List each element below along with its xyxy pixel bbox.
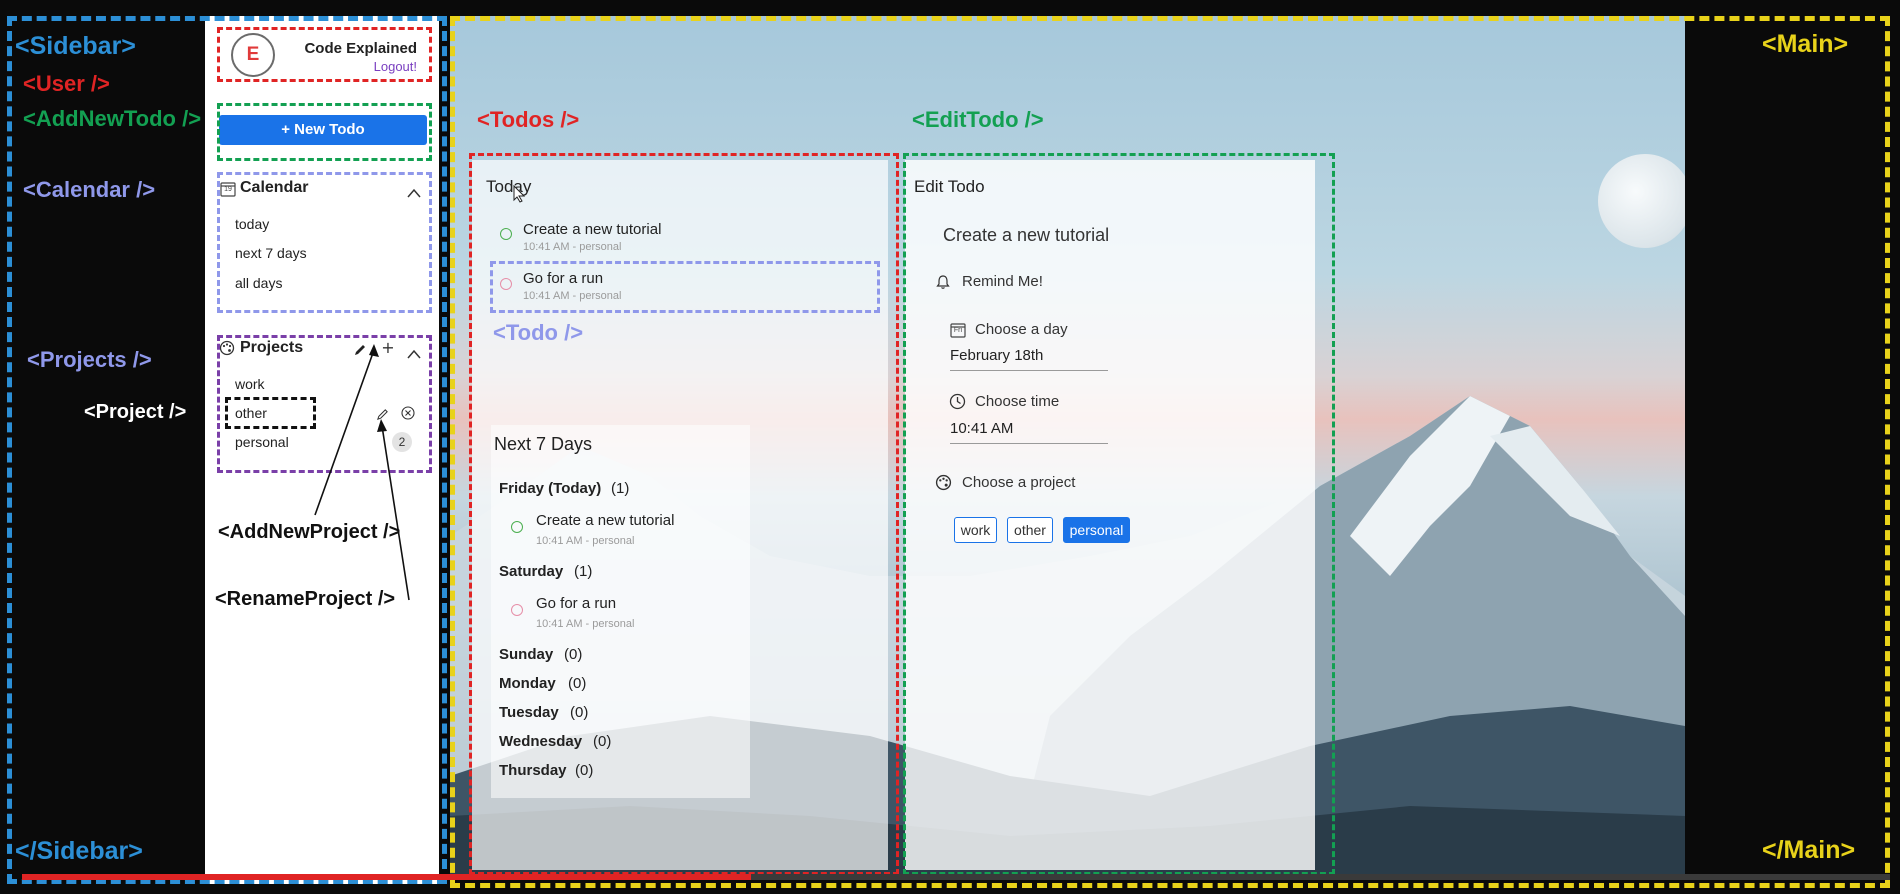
calendar-annotation-box xyxy=(217,172,432,313)
sidebar-close-tag: </Sidebar> xyxy=(15,837,143,865)
annotation-arrows xyxy=(314,344,410,601)
project-tag: <Project /> xyxy=(84,401,187,423)
todos-tag: <Todos /> xyxy=(477,107,580,132)
video-progress-fill xyxy=(22,874,751,880)
edit-todo-tag: <EditTodo /> xyxy=(912,107,1044,132)
add-new-project-tag: <AddNewProject /> xyxy=(218,521,401,543)
add-new-todo-annotation-box xyxy=(217,103,432,161)
rename-project-tag: <RenameProject /> xyxy=(215,588,396,610)
main-open-tag: <Main> xyxy=(1762,30,1849,58)
calendar-tag: <Calendar /> xyxy=(23,177,156,202)
edit-todo-annotation-box xyxy=(903,153,1335,875)
sidebar-open-tag: <Sidebar> xyxy=(15,32,136,60)
projects-tag: <Projects /> xyxy=(27,347,152,372)
todo-annotation-box xyxy=(490,261,880,313)
user-tag: <User /> xyxy=(23,71,110,96)
todo-tag: <Todo /> xyxy=(493,320,584,345)
main-close-tag: </Main> xyxy=(1762,836,1856,864)
add-new-todo-tag: <AddNewTodo /> xyxy=(23,106,202,131)
user-annotation-box xyxy=(217,27,432,82)
